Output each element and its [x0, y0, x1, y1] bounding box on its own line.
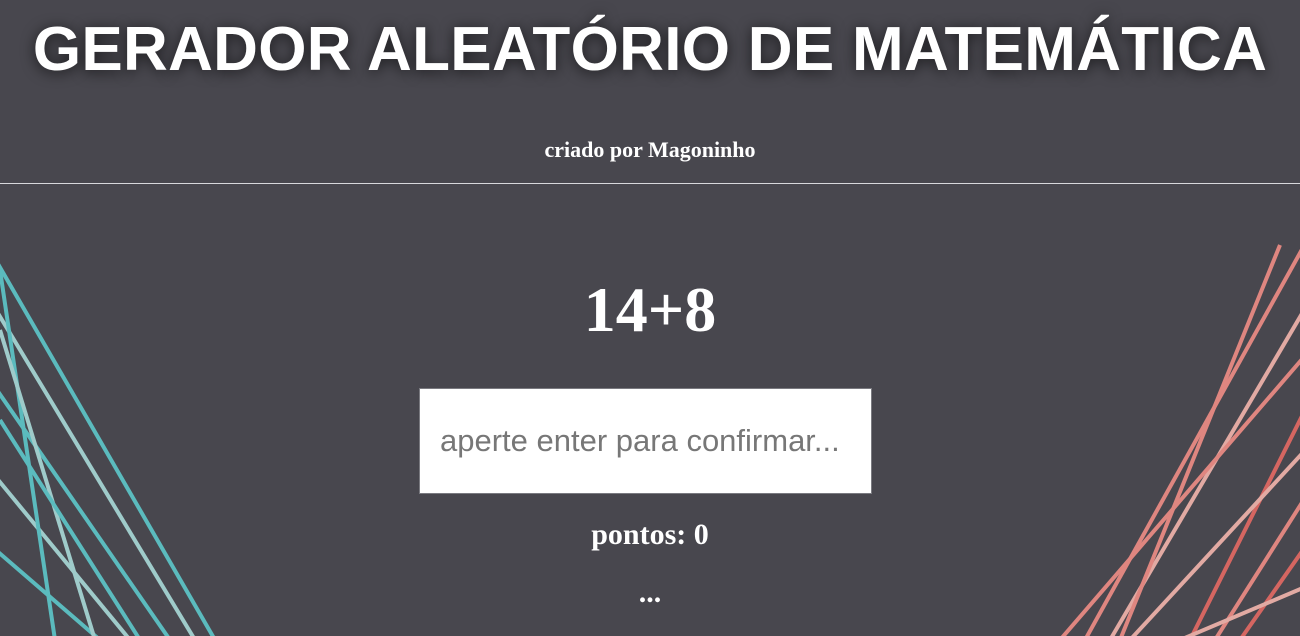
math-problem: 14+8: [583, 274, 717, 345]
page-title: GERADOR ALEATÓRIO DE MATEMÁTICA: [32, 15, 1268, 84]
score-display: pontos: 0: [591, 518, 709, 551]
author-credit: criado por Magoninho: [544, 137, 756, 162]
page-header: GERADOR ALEATÓRIO DE MATEMÁTICA criado p…: [0, 0, 1300, 184]
feedback-text: ...: [638, 576, 662, 609]
page: GERADOR ALEATÓRIO DE MATEMÁTICA criado p…: [0, 0, 1300, 636]
answer-input[interactable]: [419, 388, 872, 494]
